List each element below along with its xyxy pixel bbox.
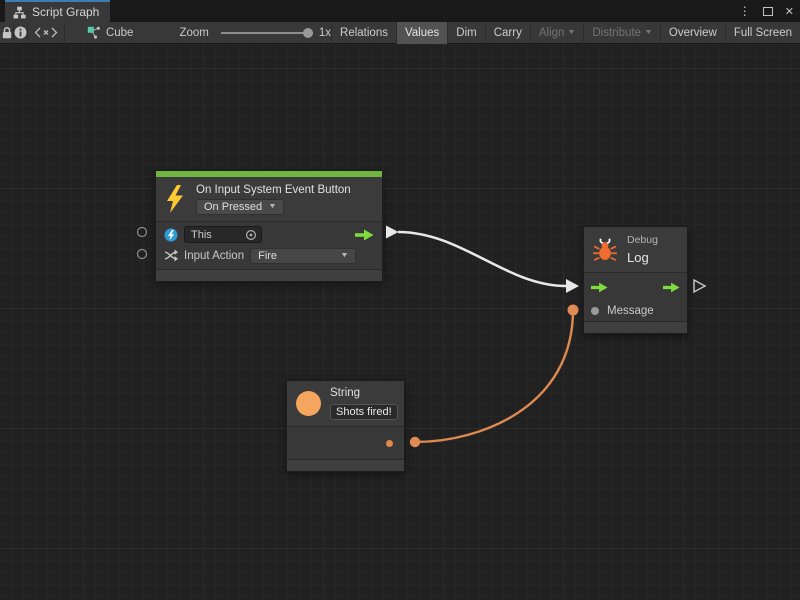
event-node-header[interactable]: On Input System Event Button On Pressed … [156,177,382,221]
zoom-label: Zoom [179,27,208,39]
event-input-action-port-circle[interactable] [138,250,147,259]
graph-canvas[interactable]: On Input System Event Button On Pressed … [0,44,800,600]
chevron-down-icon: ▼ [340,252,349,259]
event-mode-dropdown[interactable]: On Pressed ▼ [196,199,284,215]
chevron-down-icon: ▼ [567,29,576,36]
tab-label: Script Graph [32,5,99,19]
full-screen-button[interactable]: Full Screen [725,22,800,44]
zoom-slider-handle[interactable] [303,28,313,38]
string-output-port-dot[interactable] [386,440,393,447]
maximize-icon[interactable] [763,7,773,16]
unity-script-graph-window: Script Graph ⋮ ✕ [0,0,800,600]
graph-target-label: Cube [106,27,134,39]
value-wire[interactable] [415,310,573,442]
window-menu-icon[interactable]: ⋮ [739,4,751,18]
debug-node-category: Debug [627,234,658,246]
node-debug-log[interactable]: Debug Log Message [583,226,688,334]
graph-target[interactable]: Cube [87,26,134,40]
message-port-row: Message [584,301,687,321]
flow-wire-start-arrow[interactable] [386,226,399,239]
window-controls: ⋮ ✕ [739,0,794,22]
angle-brackets-x-icon [34,27,58,38]
distribute-button[interactable]: Distribute ▼ [583,22,660,44]
zoom-slider-track[interactable] [221,32,313,34]
object-picker-icon[interactable] [245,229,257,241]
chevron-down-icon: ▼ [644,29,653,36]
zoom-value: 1x [319,27,331,39]
align-button[interactable]: Align ▼ [530,22,584,44]
flow-output-arrow-icon[interactable] [355,229,374,241]
debug-node-header[interactable]: Debug Log [584,227,687,272]
values-button[interactable]: Values [396,22,447,44]
this-port-row: This [156,224,382,245]
toolbar-toggle-group: Relations Values Dim Carry Align ▼ Distr… [331,22,800,44]
event-this-port-circle[interactable] [138,228,147,237]
script-graph-icon [13,6,26,19]
zoom-control: Zoom 1x [179,27,331,39]
input-action-icon [164,249,178,262]
input-action-port-row: Input Action Fire ▼ [156,245,382,266]
carry-button[interactable]: Carry [485,22,530,44]
value-wire-start-dot[interactable] [410,437,420,447]
event-node-title: On Input System Event Button [196,184,351,196]
debug-node-footer [584,322,687,333]
bug-icon [592,237,618,262]
tab-script-graph[interactable]: Script Graph [5,0,110,22]
event-node-footer [156,270,382,281]
lightning-bolt-icon [164,185,186,213]
chevron-down-icon: ▼ [268,203,277,210]
debug-flow-row [584,273,687,301]
message-port-dot[interactable] [591,307,599,315]
flow-wire-end-arrow[interactable] [566,279,579,293]
flow-output-arrow-icon[interactable] [663,282,680,293]
node-string-literal[interactable]: String Shots fired! [286,380,405,472]
this-object-field[interactable]: This [184,226,262,243]
debug-node-title: Log [627,250,658,265]
node-on-input-system-event-button[interactable]: On Input System Event Button On Pressed … [155,170,383,282]
graph-asset-icon [87,26,101,40]
inspect-button[interactable] [14,22,28,44]
string-value-field[interactable]: Shots fired! [330,404,398,420]
clear-selection-button[interactable] [28,22,64,44]
string-type-icon [296,391,321,416]
input-action-label: Input Action [184,250,244,262]
flow-wire[interactable] [398,232,566,286]
tab-bar: Script Graph ⋮ ✕ [0,0,800,22]
debug-flow-out-port-triangle[interactable] [694,280,705,292]
dim-button[interactable]: Dim [447,22,484,44]
lock-button[interactable] [0,22,14,44]
flow-input-arrow-icon[interactable] [591,282,608,293]
graph-toolbar: Cube Zoom 1x Relations Values Dim Carry … [0,22,800,44]
string-output-row [287,427,404,459]
gameobject-bolt-icon [164,228,178,242]
message-port-label: Message [607,305,654,317]
event-node-body: This [156,222,382,269]
string-node-title: String [330,387,398,399]
zoom-slider[interactable] [221,27,313,39]
value-wire-end-dot[interactable] [568,305,579,316]
relations-button[interactable]: Relations [331,22,396,44]
string-node-header[interactable]: String Shots fired! [287,381,404,426]
info-icon [14,26,27,39]
close-icon[interactable]: ✕ [785,5,794,18]
string-node-footer [287,460,404,471]
input-action-dropdown[interactable]: Fire ▼ [250,248,356,264]
lock-icon [1,26,13,40]
overview-button[interactable]: Overview [660,22,725,44]
